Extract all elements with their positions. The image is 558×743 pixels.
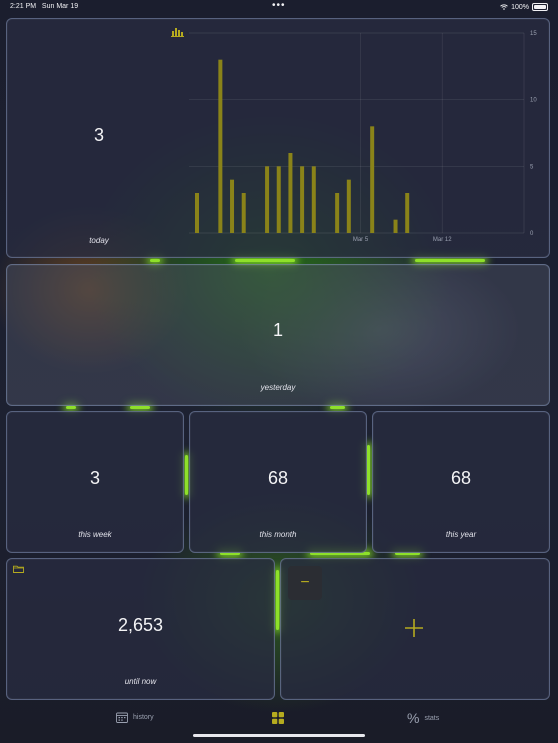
y-tick-label: 10 — [530, 98, 537, 104]
status-time-text: 2:21 PM — [10, 3, 37, 10]
glow-strip — [367, 445, 370, 495]
this-month-label: this month — [259, 530, 297, 539]
chart-bar — [288, 153, 293, 233]
y-tick-label: 15 — [530, 31, 537, 37]
this-week-value: 3 — [89, 468, 100, 488]
glow-strip — [185, 455, 188, 495]
chart-bar — [265, 166, 270, 233]
this-month-card[interactable]: 68 this month — [189, 411, 367, 553]
tab-overview[interactable] — [272, 712, 284, 724]
chart-bar — [335, 193, 340, 233]
until-now-card[interactable]: 2,653 until now — [6, 558, 275, 700]
grid-icon — [272, 712, 284, 724]
chart-bar — [405, 193, 410, 233]
plus-icon[interactable] — [403, 617, 425, 639]
y-tick-label: 5 — [530, 164, 534, 170]
bar-chart-icon[interactable] — [171, 27, 184, 37]
chart-bar — [195, 193, 199, 233]
glow-strip — [276, 570, 279, 630]
y-tick-label: 0 — [530, 231, 534, 237]
multitasking-dots-icon[interactable]: ••• — [272, 0, 286, 11]
minus-icon: − — [300, 574, 310, 591]
this-week-card[interactable]: 3 this week — [6, 411, 184, 553]
tab-history-label: history — [133, 714, 154, 721]
tab-history[interactable]: history — [116, 712, 154, 723]
this-week-label: this week — [78, 530, 112, 539]
glow-strip — [415, 259, 485, 262]
chart-bar — [300, 166, 305, 233]
this-year-value: 68 — [450, 468, 472, 488]
tab-stats[interactable]: % stats — [407, 710, 440, 726]
chart-bar — [218, 59, 223, 233]
today-value: 3 — [93, 125, 104, 145]
chart-bar — [241, 193, 246, 233]
x-tick-label: Mar 5 — [353, 237, 369, 243]
chart-bar — [346, 179, 351, 233]
this-year-card[interactable]: 68 this year — [372, 411, 550, 553]
until-now-label: until now — [124, 677, 157, 686]
chart-bar — [230, 179, 235, 233]
status-bar: 2:21 PM Sun Mar 19 ••• 100% — [0, 0, 558, 14]
home-indicator[interactable] — [193, 734, 365, 737]
until-now-value: 2,653 — [117, 615, 164, 635]
yesterday-card[interactable]: 1 yesterday — [6, 264, 550, 406]
this-month-value: 68 — [267, 468, 289, 488]
decrement-button[interactable]: − — [288, 566, 322, 600]
glow-strip — [235, 259, 295, 262]
status-date-text: Sun Mar 19 — [41, 3, 79, 10]
tab-stats-label: stats — [424, 714, 440, 722]
battery-percent: 100% — [511, 3, 529, 11]
chart-bar — [311, 166, 316, 233]
percent-icon: % — [407, 710, 420, 726]
this-year-label: this year — [445, 530, 477, 539]
yesterday-label: yesterday — [260, 383, 296, 392]
battery-icon — [532, 3, 548, 11]
wifi-icon — [500, 4, 508, 10]
glow-strip — [150, 259, 160, 262]
today-label: today — [89, 236, 109, 245]
x-tick-label: Mar 12 — [433, 237, 452, 243]
glow-strip — [330, 406, 345, 409]
status-time: 2:21 PM Sun Mar 19 — [10, 3, 78, 10]
glow-strip — [130, 406, 150, 409]
chart-bar — [276, 166, 281, 233]
yesterday-value: 1 — [272, 320, 283, 340]
chart-bar — [370, 126, 375, 233]
chart-bar — [393, 219, 398, 233]
glow-strip — [66, 406, 76, 409]
folder-icon[interactable] — [13, 565, 24, 573]
tab-bar: history % stats — [0, 703, 558, 743]
calendar-icon — [116, 712, 128, 723]
daily-bar-chart: 0 5 10 15 Mar 5 Mar 12 — [189, 31, 537, 243]
status-right: 100% — [500, 3, 548, 11]
